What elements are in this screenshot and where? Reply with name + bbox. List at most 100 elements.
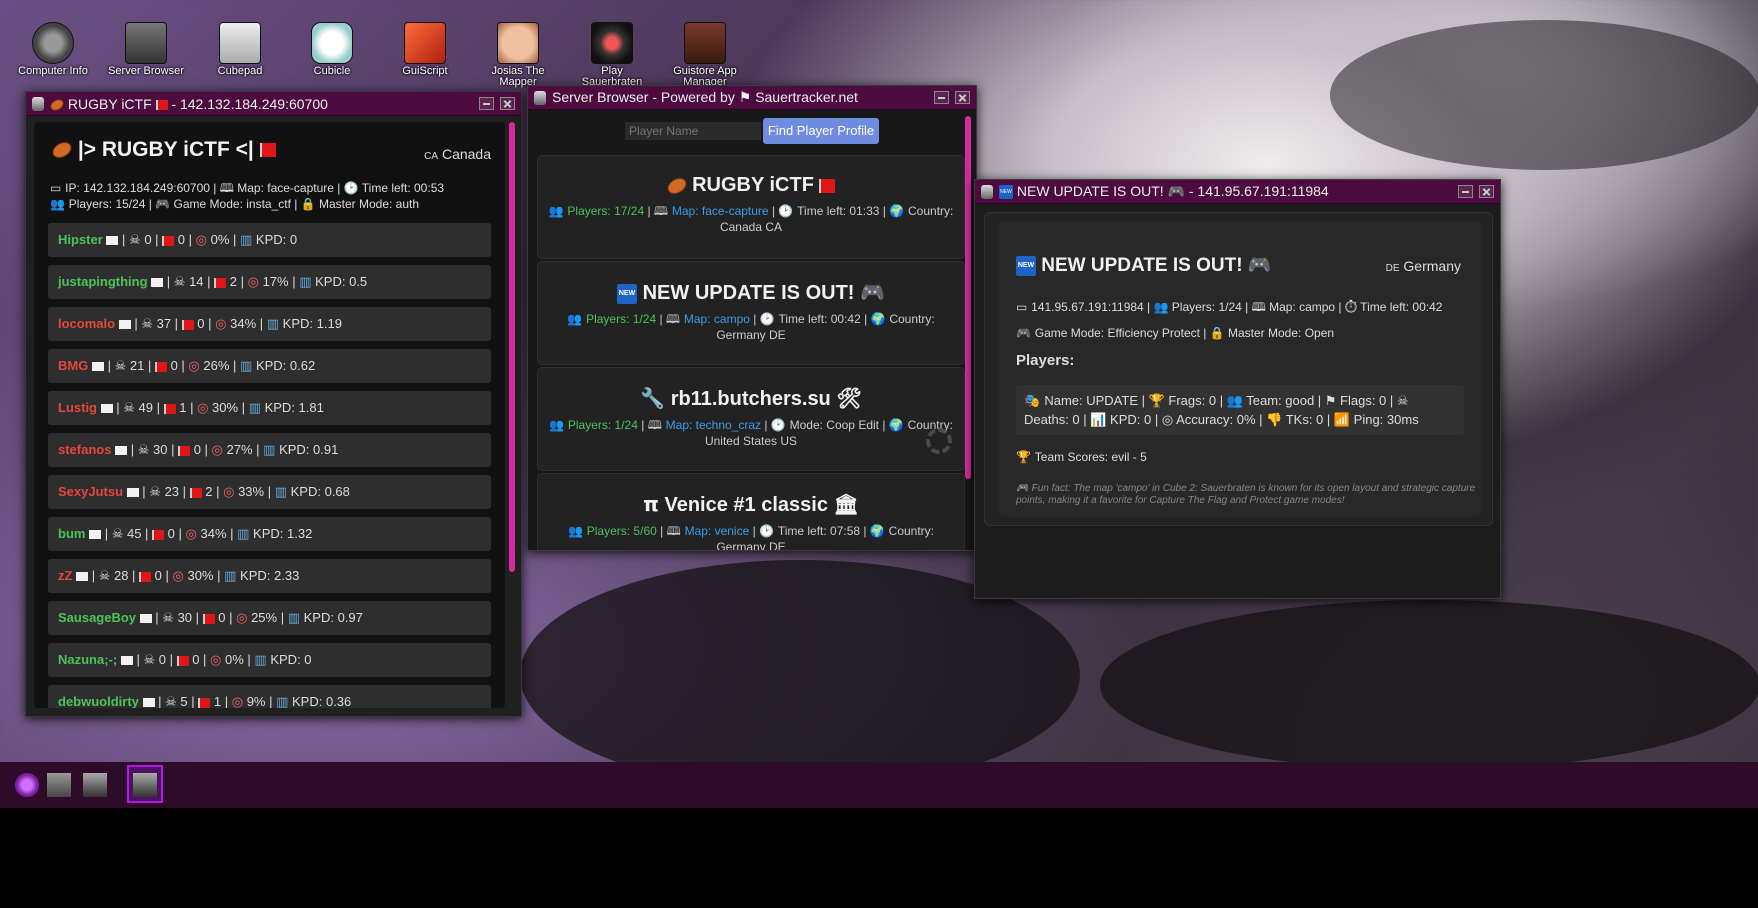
player-name: BMG <box>58 358 89 373</box>
desktop-icon-cubepad[interactable]: Cubepad <box>200 22 280 77</box>
server-card-info: 👥 Players: 17/24 | 🕮 Map: face-capture |… <box>548 204 954 234</box>
server-card[interactable]: RUGBY iCTF 👥 Players: 17/24 | 🕮 Map: fac… <box>537 155 965 259</box>
player-accuracy: 34% <box>200 526 227 541</box>
skull-icon: ☠ <box>162 611 174 626</box>
server-icon <box>125 22 167 64</box>
chart-icon: ▥ <box>266 317 280 332</box>
player-deaths: 14 <box>189 274 204 289</box>
server-card-country: Germany DE <box>716 328 786 342</box>
player-flags: 0 <box>167 526 175 541</box>
minimize-button[interactable] <box>934 91 949 104</box>
minimize-button[interactable] <box>1458 185 1473 198</box>
face-icon <box>497 22 539 64</box>
desktop-icon-label: GuiScript <box>402 65 448 77</box>
server-list-panel: Find Player Profile RUGBY iCTF 👥 Players… <box>528 110 976 550</box>
close-button[interactable] <box>955 91 970 104</box>
update-window-titlebar[interactable]: NEW NEW UPDATE IS OUT! 🎮 - 141.95.67.191… <box>975 180 1500 204</box>
server-card-players: Players: 1/24 <box>567 418 638 432</box>
white-flag-icon <box>100 404 113 414</box>
start-menu-icon[interactable] <box>15 773 39 797</box>
target-icon: ◎ <box>211 443 223 458</box>
player-kpd: KPD: 0 <box>255 232 298 247</box>
desktop-icon-play-sauerbraten[interactable]: Play Sauerbraten <box>572 22 652 88</box>
player-deaths: 0 <box>158 652 166 667</box>
tree-foliage <box>1100 600 1758 770</box>
scrollbar[interactable] <box>965 116 971 479</box>
red-flag-icon <box>214 277 227 288</box>
server-card-status: Time left: 00:42 <box>778 312 861 326</box>
close-button[interactable] <box>1479 185 1494 198</box>
window-title-address: - 141.95.67.191:11984 <box>1188 183 1329 199</box>
players-icon: 👥 <box>549 418 568 432</box>
taskbar-window-icon[interactable] <box>83 773 107 797</box>
player-name: justapingthing <box>58 274 148 289</box>
gamepad-icon: 🎮 <box>1016 326 1035 340</box>
sauertracker-link[interactable]: Sauertracker.net <box>755 89 858 105</box>
player-accuracy: 25% <box>251 610 278 625</box>
player-name: bum <box>58 526 86 541</box>
server-heading: |> RUGBY iCTF <| <box>49 138 276 162</box>
taskbar <box>0 762 1758 808</box>
server-browser-window[interactable]: Server Browser - Powered by ⚑ Sauertrack… <box>527 85 977 551</box>
minimize-button[interactable] <box>479 97 494 110</box>
desktop-icon-guistore[interactable]: Guistore App Manager <box>665 22 745 88</box>
update-server-window[interactable]: NEW NEW UPDATE IS OUT! 🎮 - 141.95.67.191… <box>974 179 1501 599</box>
server-card-country: Germany DE <box>716 540 786 550</box>
chart-icon: ▥ <box>248 401 261 416</box>
player-kpd: KPD: 0.5 <box>315 274 368 289</box>
player-flags: 1 <box>179 400 187 415</box>
server-card-info: 👥 Players: 5/60 | 🕮 Map: venice | 🕑 Time… <box>538 523 964 550</box>
server-card-map: Map: venice <box>684 524 750 538</box>
window-title-name: RUGBY iCTF <box>67 95 152 112</box>
player-deaths: 28 <box>113 568 129 583</box>
server-card[interactable]: π Venice #1 classic 🏛 👥 Players: 5/60 | 🕮… <box>537 473 965 550</box>
taskbar-window-icon[interactable] <box>133 773 157 797</box>
desktop-icon-server-browser[interactable]: Server Browser <box>106 22 186 77</box>
scrollbar[interactable] <box>509 122 515 572</box>
player-row: stefanos | ☠ 30 | 0 | ◎ 27% | ▥ KPD: 0.9… <box>48 433 491 467</box>
skull-icon: ☠ <box>173 275 186 290</box>
player-name: zZ <box>58 568 73 583</box>
taskbar-server-browser-icon[interactable] <box>47 773 71 797</box>
white-flag-icon <box>115 446 128 456</box>
chart-icon: ▥ <box>276 695 289 708</box>
desktop-icon-josias[interactable]: Josias The Mapper <box>478 22 558 88</box>
fun-fact-text: Fun fact: The map 'campo' in Cube 2: Sau… <box>1016 483 1476 506</box>
find-player-profile-button[interactable]: Find Player Profile <box>763 118 879 144</box>
player-name-input[interactable] <box>625 122 761 140</box>
rugby-window-titlebar[interactable]: RUGBY iCTF - 142.132.184.249:60700 <box>26 92 521 116</box>
white-flag-icon <box>89 530 102 540</box>
browser-window-titlebar[interactable]: Server Browser - Powered by ⚑ Sauertrack… <box>528 86 976 110</box>
server-info-text: Game Mode: Efficiency Protect | 🔒 Master… <box>1034 326 1335 340</box>
players-icon: 👥 <box>548 204 568 218</box>
update-server-content: NEW NEW UPDATE IS OUT! 🎮 DE Germany ▭ 14… <box>975 204 1500 598</box>
white-flag-icon <box>151 278 164 288</box>
player-kpd: KPD: 0.62 <box>255 358 316 373</box>
white-flag-icon <box>126 488 139 498</box>
mask-icon: 🎭 <box>1024 394 1045 409</box>
red-flag-icon <box>139 571 152 582</box>
map-icon: 🕮 <box>666 524 685 538</box>
desktop-icon-guiscript[interactable]: GuiScript <box>385 22 465 77</box>
player-row: locomalo | ☠ 37 | 0 | ◎ 34% | ▥ KPD: 1.1… <box>48 307 491 341</box>
server-detail-inner: NEW NEW UPDATE IS OUT! 🎮 DE Germany ▭ 14… <box>999 221 1481 517</box>
info-icon <box>32 22 74 64</box>
close-button[interactable] <box>500 97 515 110</box>
skull-icon: ☠ <box>165 695 177 708</box>
player-kpd: KPD: 0 <box>270 652 312 667</box>
server-card-map: Map: techno_craz <box>665 418 762 432</box>
museum-icon: 🏛 <box>833 492 859 516</box>
gear-icon[interactable] <box>926 428 952 454</box>
map-icon: 🕮 <box>665 312 684 326</box>
player-flags: 0 <box>154 568 162 583</box>
desktop-icon-cubicle[interactable]: Cubicle <box>292 22 372 77</box>
server-card[interactable]: 🔧 rb11.butchers.su 🛠 👥 Players: 1/24 | 🕮 … <box>537 367 965 471</box>
red-flag-icon <box>155 99 168 110</box>
server-card[interactable]: NEW NEW UPDATE IS OUT! 🎮 👥 Players: 1/24 … <box>537 261 965 365</box>
desktop-icon-computer-info[interactable]: Computer Info <box>13 22 93 77</box>
country-name: Germany <box>1403 258 1461 274</box>
player-name: SausageBoy <box>58 610 137 625</box>
chart-icon: ▥ <box>299 275 312 290</box>
server-card-players: Players: 1/24 <box>586 312 657 326</box>
rugby-server-window[interactable]: RUGBY iCTF - 142.132.184.249:60700 |> RU… <box>25 91 522 717</box>
